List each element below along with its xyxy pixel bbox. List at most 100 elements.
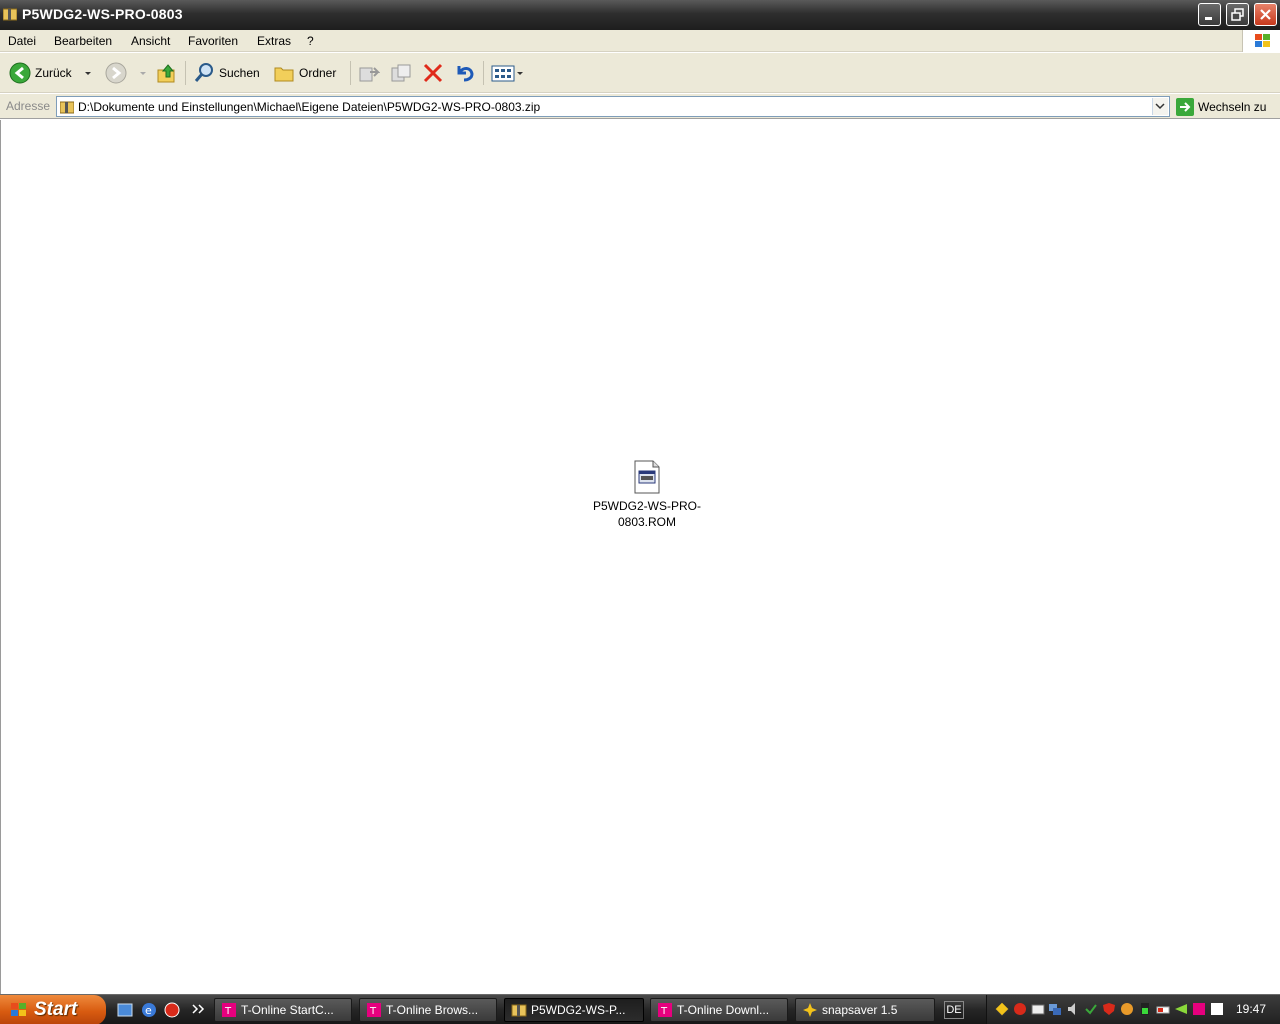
system-tray: 19:47 <box>986 995 1280 1024</box>
task-label: T-Online StartC... <box>241 1003 334 1017</box>
copy-to-icon <box>391 64 411 82</box>
taskbar-item-t-online-start[interactable]: T T-Online StartC... <box>214 998 352 1022</box>
mail-icon[interactable] <box>1031 1002 1045 1016</box>
back-button[interactable]: Zurück <box>9 61 72 85</box>
chevron-down-icon <box>140 72 146 75</box>
windows-logo <box>1242 30 1280 52</box>
back-arrow-icon <box>9 62 31 84</box>
toolbar-separator <box>350 61 351 85</box>
quicklaunch-media-icon[interactable] <box>163 1001 181 1019</box>
quicklaunch-ie-icon[interactable]: e <box>140 1001 158 1019</box>
title-bar[interactable]: P5WDG2-WS-PRO-0803 <box>0 0 1280 30</box>
toolbar-separator <box>483 61 484 85</box>
toolbar: Zurück Suchen Ordner <box>0 53 1280 93</box>
up-folder-button[interactable] <box>156 61 178 85</box>
quicklaunch-more-icon[interactable] <box>190 1001 208 1019</box>
start-label: Start <box>34 999 78 1020</box>
antivirus-icon[interactable] <box>1013 1002 1027 1016</box>
status-icon[interactable] <box>1120 1002 1134 1016</box>
folder-view[interactable]: P5WDG2-WS-PRO- 0803.ROM <box>0 120 1280 994</box>
folders-label: Ordner <box>299 66 337 80</box>
battery-icon[interactable] <box>1156 1002 1170 1016</box>
folder-up-icon <box>157 64 175 83</box>
undo-icon <box>457 66 474 82</box>
address-path: D:\Dokumente und Einstellungen\Michael\E… <box>78 100 541 114</box>
minimize-icon <box>1205 17 1212 20</box>
taskbar: Start e T T-Online StartC... T T-Online … <box>0 994 1280 1024</box>
move-to-button[interactable] <box>358 61 380 85</box>
snapsaver-icon <box>803 1003 817 1017</box>
start-button[interactable]: Start <box>0 995 106 1024</box>
language-indicator[interactable]: DE <box>944 1001 964 1019</box>
svg-text:e: e <box>145 1004 152 1017</box>
restore-button[interactable] <box>1226 3 1249 26</box>
chevron-down-icon <box>1155 103 1165 110</box>
security-icon[interactable] <box>995 1002 1009 1016</box>
forward-button[interactable] <box>105 61 127 85</box>
rom-file-icon <box>634 460 660 494</box>
clock[interactable]: 19:47 <box>1236 1002 1266 1016</box>
svg-text:T: T <box>660 1006 668 1017</box>
folders-button[interactable]: Ordner <box>273 61 336 85</box>
views-button[interactable] <box>491 61 527 85</box>
views-icon <box>491 65 523 82</box>
move-to-icon <box>359 67 380 82</box>
close-icon <box>1260 9 1271 20</box>
address-label: Adresse <box>6 99 51 113</box>
t-online-icon: T <box>222 1003 236 1017</box>
search-icon <box>194 63 213 82</box>
forward-history-dropdown[interactable] <box>139 61 147 85</box>
menu-favoriten[interactable]: Favoriten <box>188 34 238 48</box>
svg-text:T: T <box>369 1006 377 1017</box>
folder-icon <box>274 67 294 82</box>
back-label: Zurück <box>35 66 72 80</box>
forward-arrow-icon <box>105 62 127 84</box>
zip-folder-icon <box>3 8 17 21</box>
volume-icon[interactable] <box>1066 1002 1080 1016</box>
task-label: snapsaver 1.5 <box>822 1003 898 1017</box>
menu-help[interactable]: ? <box>307 34 314 48</box>
task-label: T-Online Brows... <box>386 1003 479 1017</box>
delete-button[interactable] <box>422 61 444 85</box>
taskbar-item-explorer[interactable]: P5WDG2-WS-P... <box>504 998 644 1022</box>
menu-datei[interactable]: Datei <box>8 34 36 48</box>
undo-button[interactable] <box>454 61 476 85</box>
menu-extras[interactable]: Extras <box>257 34 291 48</box>
address-dropdown-button[interactable] <box>1152 98 1168 115</box>
quicklaunch-desktop-icon[interactable] <box>116 1001 134 1019</box>
minimize-button[interactable] <box>1198 3 1221 26</box>
taskbar-item-snapsaver[interactable]: snapsaver 1.5 <box>795 998 935 1022</box>
address-bar: Adresse D:\Dokumente und Einstellungen\M… <box>0 94 1280 119</box>
network-icon[interactable] <box>1048 1002 1062 1016</box>
menu-bar: Datei Bearbeiten Ansicht Favoriten Extra… <box>0 30 1280 52</box>
t-online-tray-icon[interactable] <box>1192 1002 1206 1016</box>
taskbar-item-t-online-download[interactable]: T T-Online Downl... <box>650 998 788 1022</box>
connection-icon[interactable] <box>1174 1002 1188 1016</box>
address-input[interactable]: D:\Dokumente und Einstellungen\Michael\E… <box>56 96 1170 117</box>
update-icon[interactable] <box>1084 1002 1098 1016</box>
shield-icon[interactable] <box>1102 1002 1116 1016</box>
toolbar-separator <box>185 61 186 85</box>
menu-bearbeiten[interactable]: Bearbeiten <box>54 34 112 48</box>
notification-icon[interactable] <box>1210 1002 1224 1016</box>
search-button[interactable]: Suchen <box>193 61 260 85</box>
go-button[interactable]: Wechseln zu <box>1176 98 1266 116</box>
go-label: Wechseln zu <box>1198 100 1267 114</box>
file-name-line2: 0803.ROM <box>617 515 677 529</box>
zip-folder-icon <box>511 1004 527 1017</box>
taskbar-item-t-online-browser[interactable]: T T-Online Brows... <box>359 998 497 1022</box>
window-title: P5WDG2-WS-PRO-0803 <box>22 6 183 22</box>
menu-ansicht[interactable]: Ansicht <box>131 34 170 48</box>
search-label: Suchen <box>219 66 260 80</box>
meter-icon[interactable] <box>1138 1002 1152 1016</box>
delete-icon <box>423 63 443 83</box>
task-label: P5WDG2-WS-P... <box>531 1003 626 1017</box>
back-history-dropdown[interactable] <box>84 61 92 85</box>
chevron-down-icon <box>85 72 91 75</box>
svg-text:T: T <box>224 1006 232 1017</box>
windows-flag-icon <box>11 1003 26 1016</box>
close-button[interactable] <box>1254 3 1277 26</box>
t-online-icon: T <box>367 1003 381 1017</box>
file-item[interactable]: P5WDG2-WS-PRO- 0803.ROM <box>587 460 707 530</box>
copy-to-button[interactable] <box>390 61 412 85</box>
